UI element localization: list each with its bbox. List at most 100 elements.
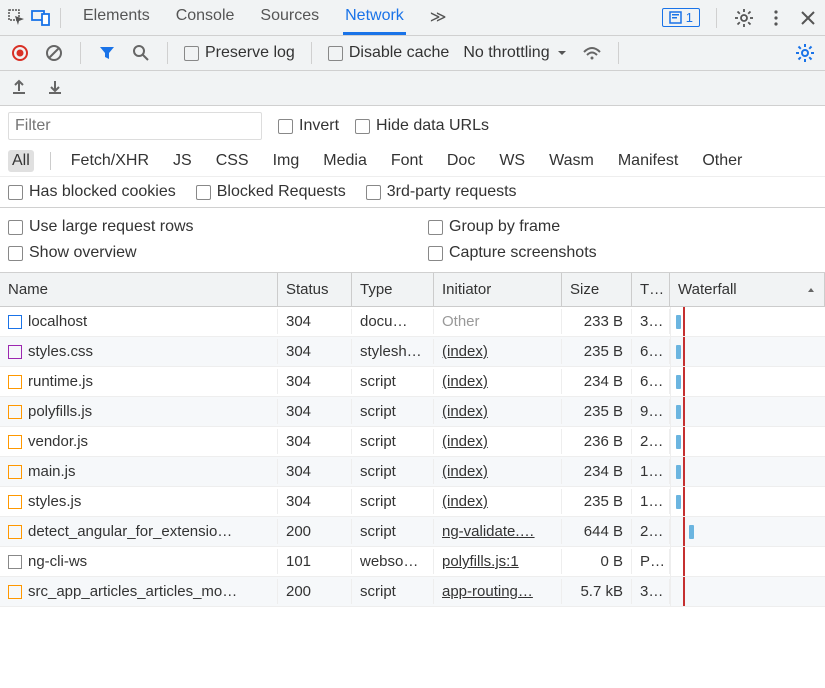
issues-badge[interactable]: 1 — [662, 8, 700, 27]
col-status[interactable]: Status — [278, 273, 352, 306]
table-row[interactable]: localhost304docu…Other233 B3… — [0, 307, 825, 337]
cell-name: runtime.js — [0, 369, 278, 394]
cell-time: 3… — [632, 309, 670, 334]
throttling-label: No throttling — [463, 44, 549, 62]
col-time[interactable]: T… — [632, 273, 670, 306]
invert-checkbox[interactable]: Invert — [278, 117, 339, 135]
initiator-link[interactable]: polyfills.js:1 — [442, 553, 519, 570]
capture-screenshots-checkbox[interactable]: Capture screenshots — [428, 244, 597, 262]
filter-type-manifest[interactable]: Manifest — [614, 150, 682, 172]
tab-sources[interactable]: Sources — [258, 1, 321, 35]
import-har-icon[interactable] — [46, 77, 64, 95]
initiator-link[interactable]: (index) — [442, 433, 488, 450]
cell-waterfall — [670, 517, 825, 546]
filter-icon[interactable] — [97, 43, 117, 63]
filter-type-font[interactable]: Font — [387, 150, 427, 172]
network-settings-gear-icon[interactable] — [795, 43, 815, 63]
blocked-requests-checkbox[interactable]: Blocked Requests — [196, 183, 346, 201]
initiator-link[interactable]: (index) — [442, 373, 488, 390]
filter-type-js[interactable]: JS — [169, 150, 196, 172]
col-waterfall[interactable]: Waterfall — [670, 273, 825, 306]
cell-type: webso… — [352, 549, 434, 574]
cell-time: 2… — [632, 519, 670, 544]
device-toolbar-icon[interactable] — [30, 7, 52, 29]
filter-type-img[interactable]: Img — [269, 150, 304, 172]
initiator-link[interactable]: app-routing… — [442, 583, 533, 600]
col-name[interactable]: Name — [0, 273, 278, 306]
table-row[interactable]: vendor.js304script(index)236 B2… — [0, 427, 825, 457]
divider — [167, 42, 168, 64]
cell-type: script — [352, 579, 434, 604]
table-row[interactable]: polyfills.js304script(index)235 B9… — [0, 397, 825, 427]
col-type[interactable]: Type — [352, 273, 434, 306]
cell-waterfall — [670, 367, 825, 396]
table-row[interactable]: ng-cli-ws101webso…polyfills.js:10 BP… — [0, 547, 825, 577]
filter-type-fetch-xhr[interactable]: Fetch/XHR — [67, 150, 153, 172]
initiator-link[interactable]: (index) — [442, 403, 488, 420]
col-initiator[interactable]: Initiator — [434, 273, 562, 306]
large-rows-label: Use large request rows — [29, 218, 194, 236]
initiator-link[interactable]: (index) — [442, 493, 488, 510]
file-ws-icon — [8, 555, 22, 569]
file-js-icon — [8, 375, 22, 389]
cell-size: 233 B — [562, 309, 632, 334]
search-icon[interactable] — [131, 43, 151, 63]
filter-input[interactable] — [8, 112, 262, 140]
cell-waterfall — [670, 457, 825, 486]
filter-type-ws[interactable]: WS — [495, 150, 529, 172]
cell-time: 1… — [632, 489, 670, 514]
large-rows-checkbox[interactable]: Use large request rows — [8, 218, 428, 236]
filter-type-all[interactable]: All — [8, 150, 34, 172]
table-row[interactable]: detect_angular_for_extensio…200scriptng-… — [0, 517, 825, 547]
cell-time: 2… — [632, 429, 670, 454]
cell-time: 3… — [632, 579, 670, 604]
divider — [716, 8, 717, 28]
cell-status: 200 — [278, 579, 352, 604]
network-conditions-icon[interactable] — [582, 43, 602, 63]
third-party-checkbox[interactable]: 3rd-party requests — [366, 183, 517, 201]
initiator-link[interactable]: ng-validate.… — [442, 523, 535, 540]
filter-type-media[interactable]: Media — [319, 150, 371, 172]
blocked-requests-label: Blocked Requests — [217, 183, 346, 201]
tab-console[interactable]: Console — [174, 1, 237, 35]
cell-initiator: (index) — [434, 489, 562, 514]
cell-waterfall — [670, 337, 825, 366]
has-blocked-cookies-checkbox[interactable]: Has blocked cookies — [8, 183, 176, 201]
table-row[interactable]: main.js304script(index)234 B1… — [0, 457, 825, 487]
col-size[interactable]: Size — [562, 273, 632, 306]
initiator-link[interactable]: (index) — [442, 463, 488, 480]
cell-initiator: polyfills.js:1 — [434, 549, 562, 574]
record-icon[interactable] — [10, 43, 30, 63]
show-overview-checkbox[interactable]: Show overview — [8, 244, 428, 262]
settings-gear-icon[interactable] — [733, 7, 755, 29]
initiator-link[interactable]: (index) — [442, 343, 488, 360]
close-icon[interactable] — [797, 7, 819, 29]
chevron-down-icon — [556, 47, 568, 59]
export-har-icon[interactable] — [10, 77, 28, 95]
preserve-log-checkbox[interactable]: Preserve log — [184, 44, 295, 62]
hide-data-urls-label: Hide data URLs — [376, 117, 489, 135]
table-row[interactable]: styles.css304stylesh…(index)235 B6… — [0, 337, 825, 367]
cell-waterfall — [670, 427, 825, 456]
filter-type-other[interactable]: Other — [698, 150, 746, 172]
cell-status: 304 — [278, 369, 352, 394]
tab-network[interactable]: Network — [343, 1, 406, 35]
table-row[interactable]: src_app_articles_articles_mo…200scriptap… — [0, 577, 825, 607]
filter-type-css[interactable]: CSS — [212, 150, 253, 172]
inspect-element-icon[interactable] — [6, 7, 28, 29]
throttling-dropdown[interactable]: No throttling — [463, 44, 567, 62]
tab-more[interactable]: ≫ — [428, 1, 449, 35]
filter-type-doc[interactable]: Doc — [443, 150, 479, 172]
hide-data-urls-checkbox[interactable]: Hide data URLs — [355, 117, 489, 135]
group-frame-checkbox[interactable]: Group by frame — [428, 218, 560, 236]
cell-initiator: (index) — [434, 369, 562, 394]
filter-type-wasm[interactable]: Wasm — [545, 150, 598, 172]
cell-type: script — [352, 429, 434, 454]
capture-screenshots-label: Capture screenshots — [449, 244, 597, 262]
table-row[interactable]: runtime.js304script(index)234 B6… — [0, 367, 825, 397]
kebab-menu-icon[interactable] — [765, 7, 787, 29]
tab-elements[interactable]: Elements — [81, 1, 152, 35]
table-row[interactable]: styles.js304script(index)235 B1… — [0, 487, 825, 517]
clear-icon[interactable] — [44, 43, 64, 63]
disable-cache-checkbox[interactable]: Disable cache — [328, 44, 450, 62]
